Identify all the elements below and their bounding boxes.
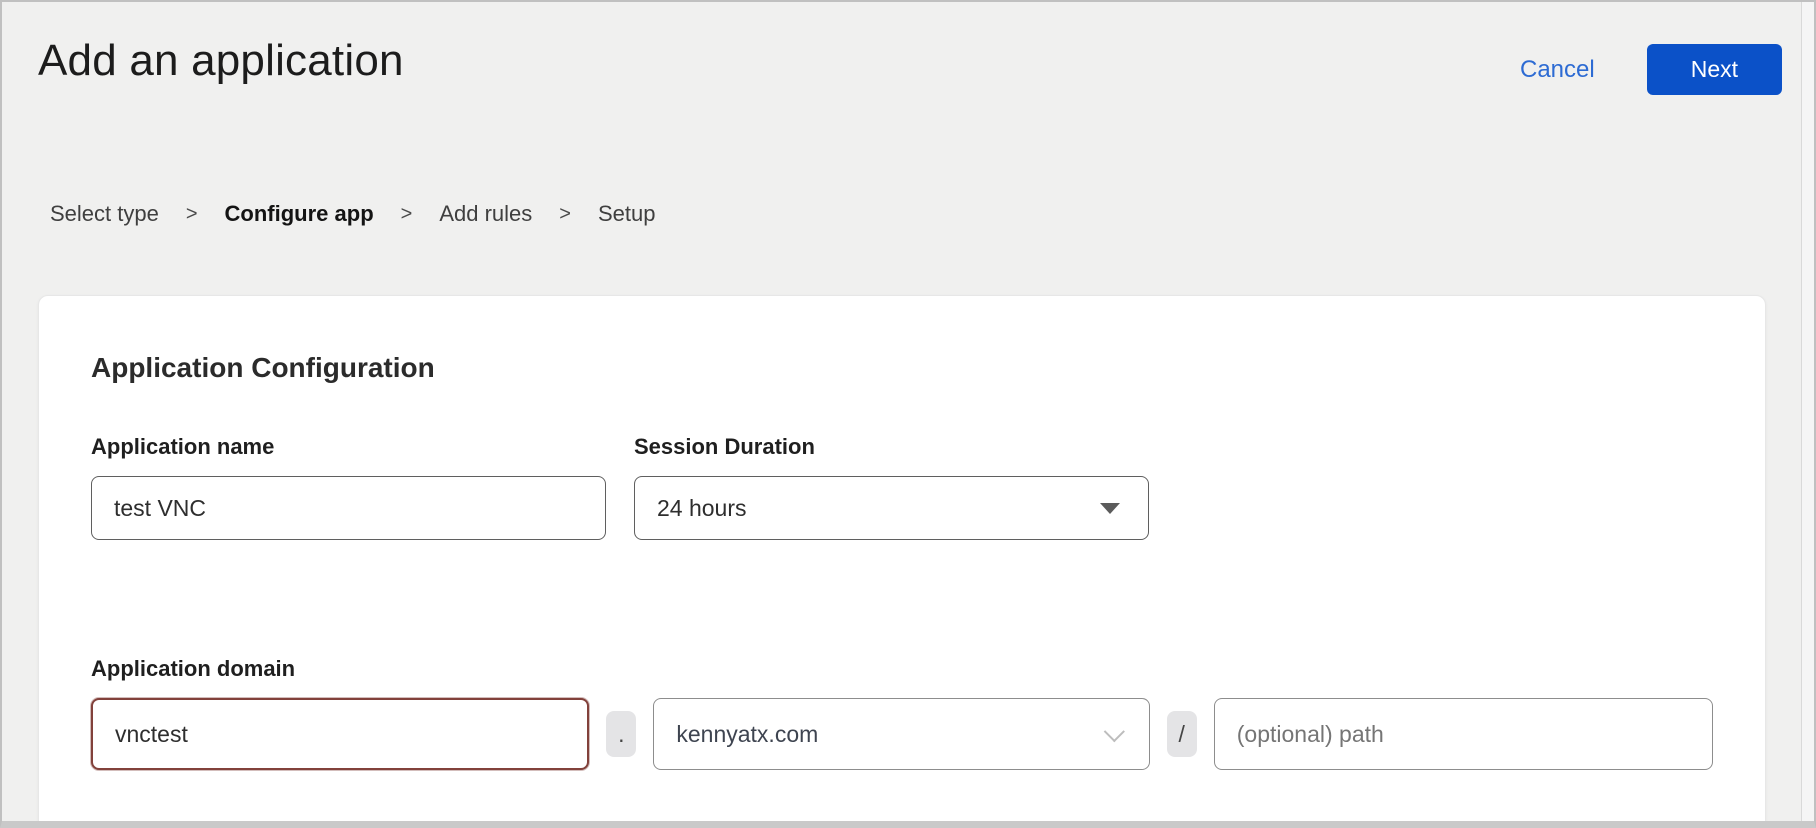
application-domain-section: Application domain . kennyatx.com /	[91, 656, 1713, 770]
step-configure-app[interactable]: Configure app	[225, 201, 374, 227]
step-select-type[interactable]: Select type	[50, 201, 159, 227]
domain-select-value: kennyatx.com	[676, 721, 818, 748]
card-heading: Application Configuration	[91, 352, 1713, 384]
slash-separator: /	[1167, 711, 1197, 757]
vertical-scrollbar[interactable]	[1801, 2, 1814, 821]
step-separator: >	[186, 203, 198, 226]
name-duration-row: Application name Session Duration 24 hou…	[91, 434, 1713, 540]
application-domain-label: Application domain	[91, 656, 1713, 682]
page-content: Add an application Cancel Next Select ty…	[2, 2, 1814, 828]
page-title: Add an application	[38, 36, 404, 87]
step-separator: >	[559, 203, 571, 226]
session-duration-label: Session Duration	[634, 434, 1149, 460]
header-actions: Cancel Next	[1520, 44, 1782, 95]
application-name-input[interactable]	[91, 476, 606, 540]
session-duration-select[interactable]: 24 hours	[634, 476, 1149, 540]
wizard-steps: Select type > Configure app > Add rules …	[50, 201, 1782, 227]
session-duration-field: Session Duration 24 hours	[634, 434, 1149, 540]
step-separator: >	[401, 203, 413, 226]
step-setup[interactable]: Setup	[598, 201, 656, 227]
dot-separator: .	[606, 711, 636, 757]
path-input[interactable]	[1214, 698, 1713, 770]
configuration-card: Application Configuration Application na…	[38, 295, 1766, 828]
domain-select[interactable]: kennyatx.com	[653, 698, 1149, 770]
session-duration-value: 24 hours	[657, 495, 747, 522]
chevron-down-icon	[1103, 721, 1124, 742]
step-add-rules[interactable]: Add rules	[439, 201, 532, 227]
page-header: Add an application Cancel Next	[38, 36, 1782, 95]
application-name-field: Application name	[91, 434, 606, 540]
subdomain-input[interactable]	[91, 698, 589, 770]
cancel-button[interactable]: Cancel	[1520, 56, 1595, 84]
application-domain-row: . kennyatx.com /	[91, 698, 1713, 770]
caret-down-icon	[1100, 503, 1120, 514]
application-name-label: Application name	[91, 434, 606, 460]
next-button[interactable]: Next	[1647, 44, 1782, 95]
app-window: Add an application Cancel Next Select ty…	[0, 0, 1816, 828]
